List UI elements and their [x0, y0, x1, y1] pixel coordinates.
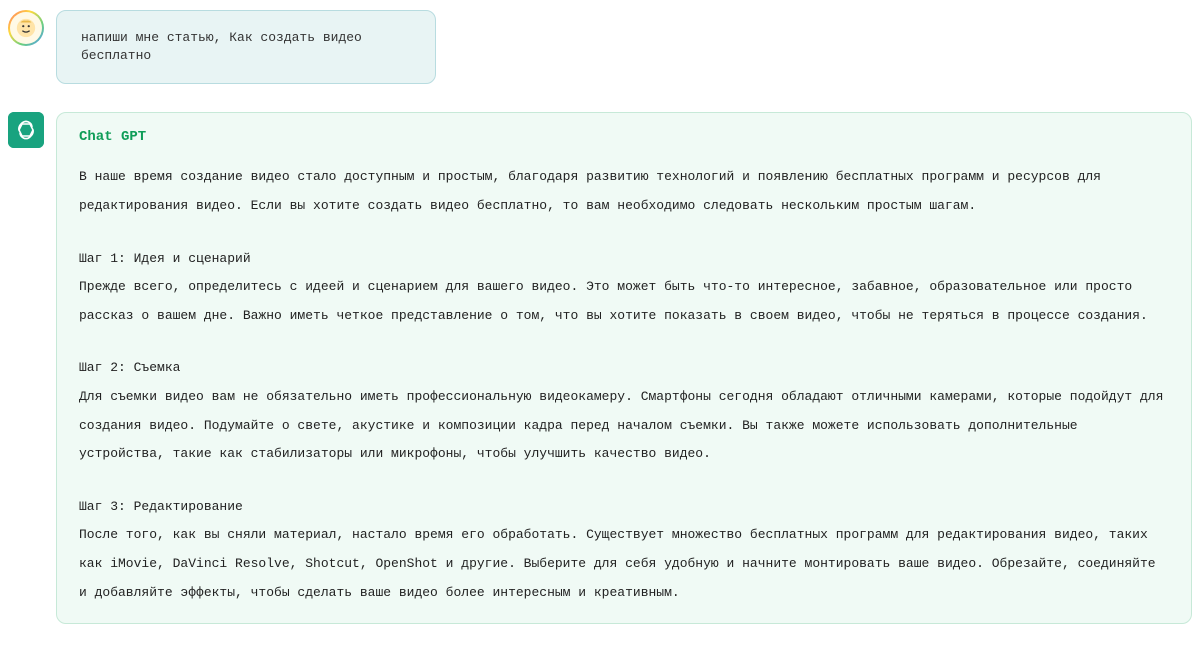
user-avatar	[8, 10, 44, 46]
bot-name: Chat GPT	[79, 129, 1169, 145]
user-message-bubble: напиши мне статью, Как создать видео бес…	[56, 10, 436, 84]
bot-avatar	[8, 112, 44, 148]
bot-message-bubble: Chat GPT В наше время создание видео ста…	[56, 112, 1192, 624]
user-face-icon	[15, 17, 37, 39]
user-message-text: напиши мне статью, Как создать видео бес…	[81, 29, 411, 65]
openai-logo-icon	[8, 112, 44, 148]
step2-body: Для съемки видео вам не обязательно имет…	[79, 383, 1169, 469]
step1-title: Шаг 1: Идея и сценарий	[79, 245, 1169, 274]
step3-title: Шаг 3: Редактирование	[79, 493, 1169, 522]
bot-message-content: В наше время создание видео стало доступ…	[79, 163, 1169, 607]
user-message-row: напиши мне статью, Как создать видео бес…	[8, 10, 1192, 84]
step1-body: Прежде всего, определитесь с идеей и сце…	[79, 273, 1169, 330]
step2-title: Шаг 2: Съемка	[79, 354, 1169, 383]
bot-intro: В наше время создание видео стало доступ…	[79, 163, 1169, 220]
step3-body: После того, как вы сняли материал, наста…	[79, 521, 1169, 607]
bot-message-row: Chat GPT В наше время создание видео ста…	[8, 112, 1192, 624]
